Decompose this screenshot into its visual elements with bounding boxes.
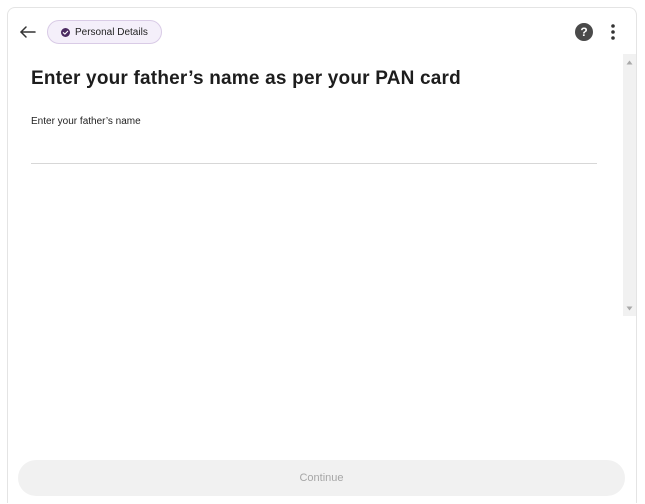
page-title: Enter your father’s name as per your PAN… — [31, 68, 461, 89]
form-content: Enter your father’s name as per your PAN… — [8, 54, 636, 316]
arrow-left-icon — [20, 26, 36, 38]
father-name-input[interactable] — [31, 134, 597, 164]
help-icon: ? — [580, 25, 588, 39]
caret-down-icon — [626, 306, 633, 310]
help-button[interactable]: ? — [575, 23, 593, 41]
onboarding-card: Personal Details ? Enter your father’s n… — [7, 7, 637, 503]
scrollbar[interactable] — [623, 54, 636, 316]
more-vertical-icon — [611, 24, 615, 40]
caret-up-icon — [626, 60, 633, 64]
scroll-up-button[interactable] — [623, 56, 636, 68]
check-circle-icon — [61, 27, 70, 37]
continue-button[interactable]: Continue — [18, 460, 625, 496]
scroll-down-button[interactable] — [623, 302, 636, 314]
step-badge: Personal Details — [47, 20, 162, 44]
back-button[interactable] — [18, 22, 38, 42]
father-name-label: Enter your father’s name — [31, 116, 141, 127]
more-options-button[interactable] — [606, 22, 620, 42]
step-badge-label: Personal Details — [75, 26, 148, 38]
